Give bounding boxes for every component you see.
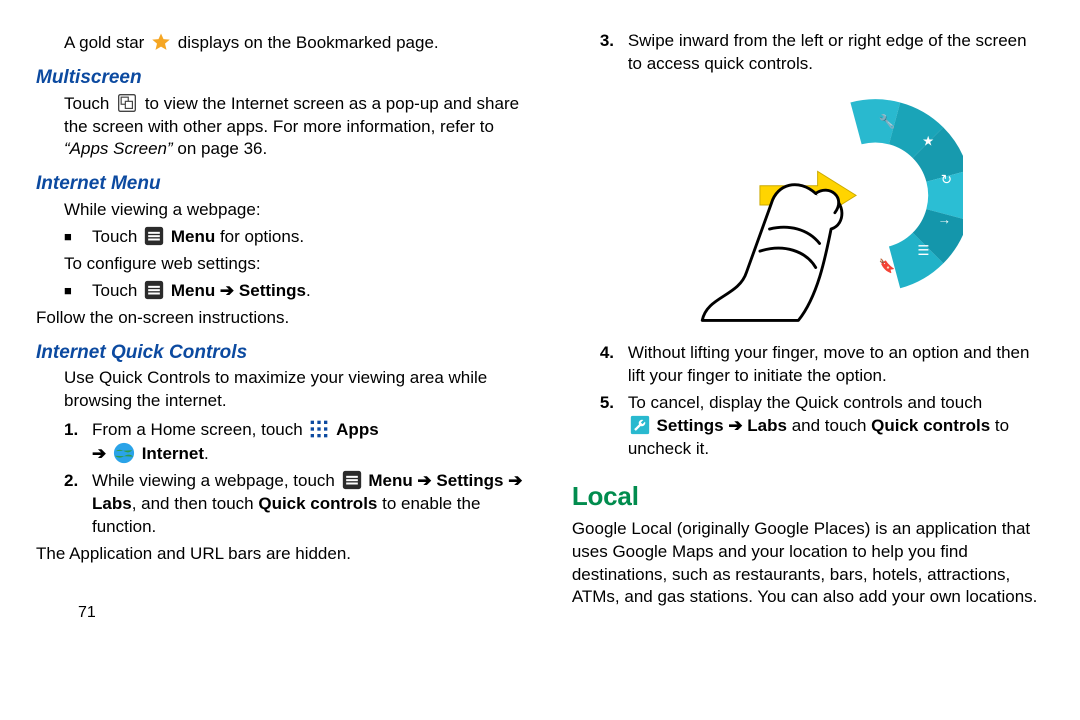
- imenu-follow: Follow the on-screen instructions.: [36, 307, 532, 330]
- bullet-square-icon: ■: [64, 280, 92, 303]
- local-body: Google Local (originally Google Places) …: [572, 518, 1044, 610]
- step-number: 1.: [64, 419, 92, 466]
- text: on page 36.: [177, 139, 267, 158]
- text: To cancel, display the Quick controls an…: [628, 393, 982, 412]
- svg-text:→: →: [938, 212, 951, 227]
- bullet-body: Touch Menu for options.: [92, 226, 304, 249]
- bookmark-star-line: A gold star displays on the Bookmarked p…: [64, 32, 532, 55]
- text: A gold star: [64, 33, 149, 52]
- iqc-intro: Use Quick Controls to maximize your view…: [64, 367, 532, 413]
- svg-text:☰: ☰: [917, 243, 929, 258]
- list-item: 1. From a Home screen, touch Apps ➔: [64, 419, 532, 466]
- step-number: 4.: [600, 342, 628, 388]
- step-body: Swipe inward from the left or right edge…: [628, 30, 1044, 76]
- step-body: While viewing a webpage, touch Menu ➔ Se…: [92, 470, 532, 539]
- quick-controls-illustration: 🔧 ★ ↻ → ☰ 🔖: [572, 80, 1044, 330]
- left-column: A gold star displays on the Bookmarked p…: [36, 30, 532, 615]
- bullet-square-icon: ■: [64, 226, 92, 249]
- text: From a Home screen, touch: [92, 420, 307, 439]
- multiscreen-body: Touch to view the Internet screen as a p…: [64, 93, 532, 162]
- heading-internet-menu: Internet Menu: [36, 171, 532, 197]
- heading-quick-controls: Internet Quick Controls: [36, 340, 532, 366]
- text: , and then touch: [132, 494, 259, 513]
- list-item: 5. To cancel, display the Quick controls…: [600, 392, 1044, 461]
- apps-icon: [309, 419, 329, 439]
- menu-icon: [342, 470, 362, 490]
- text: and touch: [792, 416, 871, 435]
- ordered-list: 3. Swipe inward from the left or right e…: [600, 30, 1044, 76]
- step-number: 3.: [600, 30, 628, 76]
- step-number: 2.: [64, 470, 92, 539]
- bullet-item: ■ Touch Menu ➔ Settings.: [64, 280, 532, 303]
- text-bold: Apps: [336, 420, 379, 439]
- right-column: 3. Swipe inward from the left or right e…: [572, 30, 1044, 615]
- text-bold: Quick controls: [258, 494, 377, 513]
- menu-icon: [144, 280, 164, 300]
- svg-text:🔧: 🔧: [878, 113, 895, 129]
- iqc-follow: The Application and URL bars are hidden.: [36, 543, 532, 566]
- svg-text:★: ★: [922, 133, 934, 148]
- text: .: [204, 444, 209, 463]
- ordered-list: 4. Without lifting your finger, move to …: [600, 342, 1044, 461]
- imenu-config-intro: To configure web settings:: [64, 253, 532, 276]
- step-body: Without lifting your finger, move to an …: [628, 342, 1044, 388]
- list-item: 4. Without lifting your finger, move to …: [600, 342, 1044, 388]
- text: displays on the Bookmarked page.: [178, 33, 439, 52]
- text: Touch: [64, 94, 114, 113]
- text-bold: Menu: [171, 227, 215, 246]
- menu-icon: [144, 226, 164, 246]
- internet-globe-icon: [113, 442, 135, 464]
- multiscreen-icon: [116, 93, 138, 113]
- step-number: 5.: [600, 392, 628, 461]
- text: Touch: [92, 281, 142, 300]
- imenu-intro: While viewing a webpage:: [64, 199, 532, 222]
- svg-text:↻: ↻: [941, 172, 952, 187]
- text-bold: Quick controls: [871, 416, 990, 435]
- arrow-text: ➔: [92, 444, 111, 463]
- wrench-settings-icon: [630, 415, 650, 435]
- text: Touch: [92, 227, 142, 246]
- step-body: To cancel, display the Quick controls an…: [628, 392, 1044, 461]
- text: .: [306, 281, 311, 300]
- text-bold: Internet: [142, 444, 204, 463]
- text-bold: Settings ➔ Labs: [657, 416, 787, 435]
- ordered-list: 1. From a Home screen, touch Apps ➔: [64, 419, 532, 539]
- text: While viewing a webpage, touch: [92, 471, 340, 490]
- list-item: 2. While viewing a webpage, touch Menu ➔…: [64, 470, 532, 539]
- bullet-item: ■ Touch Menu for options.: [64, 226, 532, 249]
- page-number: 71: [78, 602, 96, 624]
- heading-local: Local: [572, 479, 1044, 514]
- text-bold: Menu ➔ Settings: [171, 281, 306, 300]
- bullet-body: Touch Menu ➔ Settings.: [92, 280, 311, 303]
- list-item: 3. Swipe inward from the left or right e…: [600, 30, 1044, 76]
- cross-ref: “Apps Screen”: [64, 139, 173, 158]
- heading-multiscreen: Multiscreen: [36, 65, 532, 91]
- svg-text:🔖: 🔖: [878, 257, 895, 273]
- star-icon: [151, 32, 171, 52]
- step-body: From a Home screen, touch Apps ➔: [92, 419, 532, 466]
- text: for options.: [220, 227, 304, 246]
